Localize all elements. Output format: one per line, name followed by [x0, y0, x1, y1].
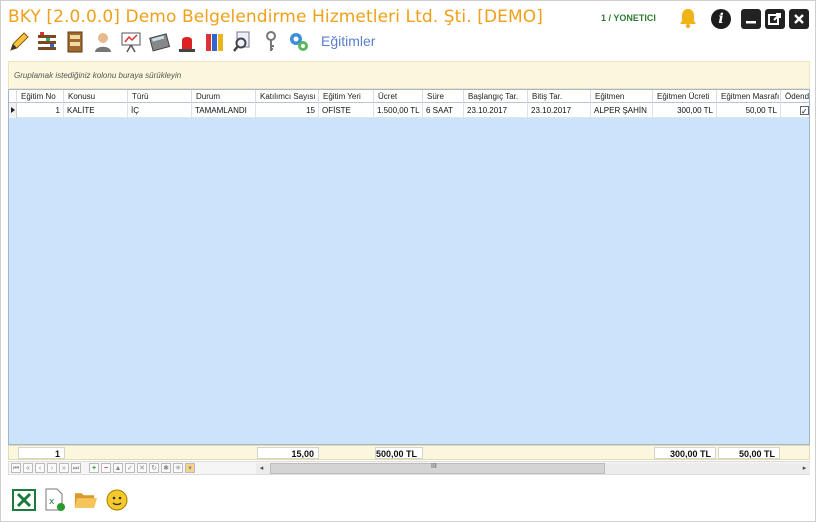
filter-icon[interactable]: ✱	[161, 463, 171, 473]
excel-export-icon[interactable]: x	[42, 488, 67, 513]
app-title: BKY [2.0.0.0] Demo Belgelendirme Hizmetl…	[8, 7, 544, 27]
prev-page-icon[interactable]: «	[23, 463, 33, 473]
next-page-icon[interactable]: »	[59, 463, 69, 473]
group-by-hint: Gruplamak istediğiniz kolonu buraya sürü…	[14, 71, 182, 80]
cell-baslangic[interactable]: 23.10.2017	[464, 103, 528, 118]
column-header[interactable]: Bitiş Tar.	[528, 90, 591, 103]
grid-header: Eğitim No Konusu Türü Durum Katılımcı Sa…	[9, 90, 809, 103]
column-header[interactable]: Ücret	[374, 90, 423, 103]
cell-egitmen[interactable]: ALPER ŞAHİN	[591, 103, 653, 118]
last-page-icon[interactable]: ⏭	[71, 463, 81, 473]
egitmen-ucreti-summary: 300,00 TL	[654, 447, 716, 459]
scrollbar-thumb[interactable]: III	[270, 463, 605, 474]
bottom-toolbar: x	[11, 487, 129, 513]
cell-turu[interactable]: İÇ	[128, 103, 192, 118]
grid-navigator: ⏮ « ‹ › » ⏭ + − ▲ ✓ ✕ ↻ ✱ ✳ ▾ ◂ III ▸	[8, 461, 810, 475]
katilimci-summary: 15,00	[257, 447, 319, 459]
options-icon[interactable]: ✳	[173, 463, 183, 473]
folder-icon[interactable]	[73, 488, 98, 513]
egitmen-masrafi-summary: 50,00 TL	[718, 447, 780, 459]
add-record-icon[interactable]: +	[89, 463, 99, 473]
next-record-icon[interactable]: ›	[47, 463, 57, 473]
cell-durum[interactable]: TAMAMLANDI	[192, 103, 256, 118]
page-title: Eğitimler	[321, 33, 376, 49]
close-button[interactable]	[789, 9, 809, 29]
paid-checkbox[interactable]	[800, 104, 809, 117]
pencil-icon[interactable]	[7, 30, 31, 54]
count-summary: 1	[18, 447, 65, 459]
cell-yer[interactable]: OFİSTE	[319, 103, 374, 118]
prev-record-icon[interactable]: ‹	[35, 463, 45, 473]
column-header[interactable]: Eğitmen	[591, 90, 653, 103]
row-indicator-icon	[9, 103, 17, 118]
column-header[interactable]: Eğitmen Masrafı	[717, 90, 781, 103]
support-icon[interactable]	[104, 488, 129, 513]
shelf-icon[interactable]	[35, 30, 59, 54]
column-header[interactable]: Başlangıç Tar.	[464, 90, 528, 103]
calculator-icon[interactable]	[147, 30, 171, 54]
column-header[interactable]: Katılımcı Sayısı	[256, 90, 319, 103]
refresh-icon[interactable]: ↻	[149, 463, 159, 473]
cell-odendi[interactable]	[781, 103, 809, 118]
grid-footer-summary: 1 15,00 500,00 TL 300,00 TL 50,00 TL	[8, 445, 810, 460]
presentation-icon[interactable]	[119, 30, 143, 54]
books-icon[interactable]	[203, 30, 227, 54]
ucret-summary: 500,00 TL	[375, 447, 423, 459]
main-toolbar	[7, 29, 311, 55]
column-header[interactable]: Durum	[192, 90, 256, 103]
current-user-label: 1 / YONETICI	[601, 13, 656, 23]
save-record-icon[interactable]: ✓	[125, 463, 135, 473]
cancel-edit-icon[interactable]: ✕	[137, 463, 147, 473]
table-row[interactable]: 1 KALİTE İÇ TAMAMLANDI 15 OFİSTE 1.500,0…	[9, 103, 809, 118]
cell-katilimci[interactable]: 15	[256, 103, 319, 118]
column-header[interactable]: Türü	[128, 90, 192, 103]
title-bar: BKY [2.0.0.0] Demo Belgelendirme Hizmetl…	[1, 1, 816, 31]
main-window: BKY [2.0.0.0] Demo Belgelendirme Hizmetl…	[0, 0, 816, 522]
first-page-icon[interactable]: ⏮	[11, 463, 21, 473]
delete-record-icon[interactable]: −	[101, 463, 111, 473]
info-icon[interactable]: i	[711, 9, 731, 29]
scroll-left-icon[interactable]: ◂	[256, 463, 267, 474]
group-by-panel[interactable]: Gruplamak istediğiniz kolonu buraya sürü…	[8, 61, 810, 89]
cell-egitmen-masrafi[interactable]: 50,00 TL	[717, 103, 781, 118]
notification-bell-icon[interactable]	[677, 7, 699, 29]
scroll-right-icon[interactable]: ▸	[799, 463, 810, 474]
cell-bitis[interactable]: 23.10.2017	[528, 103, 591, 118]
cell-egitmen-ucreti[interactable]: 300,00 TL	[653, 103, 717, 118]
column-header[interactable]: Eğitmen Ücreti	[653, 90, 717, 103]
column-header[interactable]: Eğitim No	[17, 90, 64, 103]
column-header[interactable]: Ödendi	[781, 90, 809, 103]
column-header[interactable]: Süre	[423, 90, 464, 103]
key-icon[interactable]	[259, 30, 283, 54]
column-header[interactable]: Eğitim Yeri	[319, 90, 374, 103]
search-icon[interactable]	[231, 30, 255, 54]
alarm-icon[interactable]	[175, 30, 199, 54]
user-icon[interactable]	[91, 30, 115, 54]
bookmark-icon[interactable]: ▾	[185, 463, 195, 473]
header-indicator	[9, 90, 17, 103]
horizontal-scrollbar[interactable]: ◂ III ▸	[256, 463, 810, 474]
cell-sure[interactable]: 6 SAAT	[423, 103, 464, 118]
minimize-button[interactable]	[741, 9, 761, 29]
popout-button[interactable]	[765, 9, 785, 29]
cabinet-icon[interactable]	[63, 30, 87, 54]
settings-icon[interactable]	[287, 30, 311, 54]
cell-no[interactable]: 1	[17, 103, 64, 118]
cell-konusu[interactable]: KALİTE	[64, 103, 128, 118]
trainings-grid: Eğitim No Konusu Türü Durum Katılımcı Sa…	[8, 89, 810, 445]
cell-ucret[interactable]: 1.500,00 TL	[374, 103, 423, 118]
column-header[interactable]: Konusu	[64, 90, 128, 103]
excel-icon[interactable]	[11, 488, 36, 513]
svg-text:x: x	[49, 497, 55, 507]
scroll-grip: III	[431, 463, 437, 470]
edit-record-icon[interactable]: ▲	[113, 463, 123, 473]
